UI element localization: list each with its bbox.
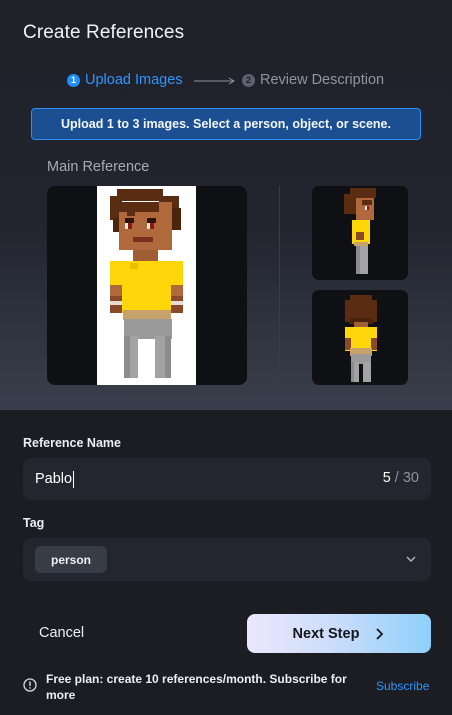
pixel-character-back-icon xyxy=(345,295,377,382)
step-number: 1 xyxy=(67,73,80,87)
character-counter: 5 / 30 xyxy=(382,470,419,486)
step-upload-images[interactable]: 1 Upload Images xyxy=(67,72,183,88)
dialog-title: Create References xyxy=(23,22,185,43)
main-reference-image[interactable] xyxy=(47,186,247,385)
reference-name-label: Reference Name xyxy=(23,436,121,450)
tag-select[interactable]: person xyxy=(23,538,431,581)
chevron-right-icon xyxy=(376,627,384,640)
step-review-description[interactable]: 2 Review Description xyxy=(242,72,384,88)
chevron-down-icon[interactable] xyxy=(405,554,417,564)
tag-label: Tag xyxy=(23,516,45,530)
reference-thumbnail-side[interactable] xyxy=(312,186,408,280)
divider xyxy=(279,186,280,385)
pixel-character-side-icon xyxy=(344,188,376,274)
pixel-character-front-icon xyxy=(110,189,183,378)
step-label: Upload Images xyxy=(85,72,183,88)
tag-chip[interactable]: person xyxy=(35,546,108,573)
info-icon xyxy=(23,678,37,692)
free-plan-notice: Free plan: create 10 references/month. S… xyxy=(46,672,347,702)
character-count: 5 xyxy=(382,470,391,486)
reference-thumbnail-back[interactable] xyxy=(312,290,408,385)
step-label: Review Description xyxy=(260,72,385,88)
instruction-banner: Upload 1 to 3 images. Select a person, o… xyxy=(31,108,421,140)
main-reference-label: Main Reference xyxy=(47,159,150,175)
cancel-button[interactable]: Cancel xyxy=(39,625,84,641)
next-step-button[interactable]: Next Step xyxy=(247,614,431,653)
text-caret xyxy=(73,470,75,488)
reference-name-input[interactable]: Pablo 5 / 30 xyxy=(23,458,431,500)
stepper: 1 Upload Images 2 Review Description xyxy=(0,72,452,92)
subscribe-link[interactable]: Subscribe xyxy=(376,679,429,693)
reference-name-value: Pablo xyxy=(35,471,73,487)
arrow-right-icon xyxy=(194,77,235,85)
next-step-label: Next Step xyxy=(292,625,360,642)
step-number: 2 xyxy=(242,73,255,87)
character-max: 30 xyxy=(402,470,419,486)
